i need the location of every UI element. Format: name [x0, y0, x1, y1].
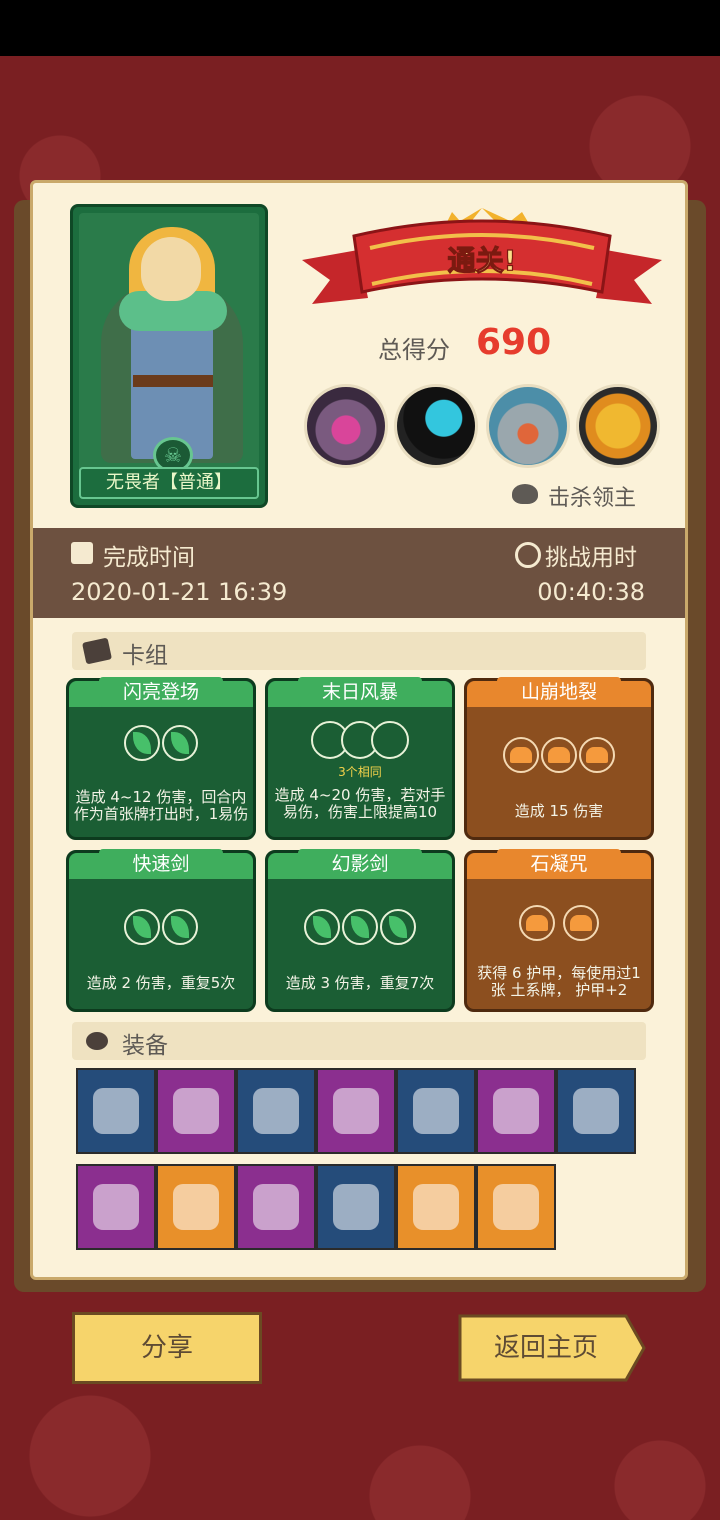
crab-armor-icon: [413, 1184, 459, 1230]
heart-stone-icon: [493, 1088, 539, 1134]
shatter-icon: [333, 1088, 379, 1134]
deck-section-label: 卡组: [122, 643, 168, 669]
card-doomstorm[interactable]: 末日风暴 3个相同 造成 4~20 伤害，若对手 易伤，伤害上限提高10: [265, 677, 455, 840]
leaf-orb-icon: [380, 909, 416, 945]
status-bar: [0, 0, 720, 56]
card-description: 造成 4~12 伤害，回合内作为首张牌打出时，1易伤: [73, 788, 249, 823]
rock-orb-icon: [519, 905, 555, 941]
equipment-slot[interactable]: [316, 1164, 396, 1250]
horn-icon: [413, 1088, 459, 1134]
sun-badge-icon: [493, 1184, 539, 1230]
hero-portrait: ☠: [79, 213, 259, 499]
share-button[interactable]: 分享: [72, 1312, 262, 1384]
leaf-orb-icon: [162, 725, 198, 761]
card-title: 闪亮登场: [99, 677, 223, 707]
equipment-slot[interactable]: [396, 1164, 476, 1250]
equipment-section-label: 装备: [122, 1033, 168, 1059]
equipment-slot[interactable]: [76, 1068, 156, 1154]
rock-orb-icon: [503, 737, 539, 773]
card-description: 造成 2 伤害，重复5次: [86, 974, 236, 992]
home-button-wrap: 返回主页: [458, 1312, 646, 1384]
hero-belt: [133, 375, 213, 387]
equipment-slot[interactable]: [156, 1164, 236, 1250]
leaf-icon: [253, 1088, 299, 1134]
green-gem-icon: [173, 1088, 219, 1134]
card-landslide[interactable]: 山崩地裂 造成 15 伤害: [464, 677, 654, 840]
hero-card[interactable]: ☠ 无畏者【普通】: [70, 204, 268, 508]
empty-orb-icon: [371, 721, 409, 759]
crystal-shield-icon: [173, 1184, 219, 1230]
propeller-icon: [86, 1032, 108, 1050]
card-title: 山崩地裂: [497, 677, 621, 707]
hero-name: 无畏者【普通】: [79, 467, 259, 499]
energy-slots: [69, 725, 253, 765]
boss-sunflower[interactable]: [576, 384, 660, 468]
hero-face: [141, 237, 201, 301]
duration-value: 00:40:38: [537, 578, 645, 606]
boss-robot[interactable]: [486, 384, 570, 468]
card-title: 快速剑: [99, 849, 223, 879]
rock-orb-icon: [579, 737, 615, 773]
leaf-orb-icon: [162, 909, 198, 945]
card-title: 幻影剑: [298, 849, 422, 879]
banner-title: 通关!: [448, 244, 517, 277]
leaf-orb-icon: [304, 909, 340, 945]
dagger-icon: [253, 1184, 299, 1230]
boss-fortress[interactable]: [304, 384, 388, 468]
equipment-slot[interactable]: [476, 1164, 556, 1250]
energy-slots: [69, 909, 253, 949]
card-description: 造成 3 伤害，重复7次: [285, 974, 435, 992]
equipment-slot[interactable]: [236, 1164, 316, 1250]
home-button[interactable]: 返回主页: [458, 1312, 634, 1384]
equipment-section-header: 装备: [72, 1022, 646, 1060]
cards-icon: [81, 637, 113, 665]
jar-icon: [93, 1088, 139, 1134]
card-phantom-sword[interactable]: 幻影剑 造成 3 伤害，重复7次: [265, 849, 455, 1012]
equipment-slot[interactable]: [556, 1068, 636, 1154]
rock-orb-icon: [541, 737, 577, 773]
stats-band: 完成时间 挑战用时 2020-01-21 16:39 00:40:38: [33, 528, 685, 618]
stopwatch-icon: [515, 542, 541, 568]
victory-banner: 通关!: [302, 208, 662, 304]
card-sub-label: 3个相同: [338, 765, 382, 779]
horned-skull-icon: [512, 484, 538, 504]
boss-shadow[interactable]: [394, 384, 478, 468]
energy-slots: [268, 721, 452, 761]
equipment-slot[interactable]: [76, 1164, 156, 1250]
score-value: 690: [476, 322, 552, 363]
energy-slots: [268, 909, 452, 949]
duration-label: 挑战用时: [545, 545, 637, 571]
card-quick-sword[interactable]: 快速剑 造成 2 伤害，重复5次: [66, 849, 256, 1012]
card-shining-entry[interactable]: 闪亮登场 造成 4~12 伤害，回合内作为首张牌打出时，1易伤: [66, 677, 256, 840]
kill-boss-label: 击杀领主: [548, 480, 636, 512]
equipment-slot[interactable]: [316, 1068, 396, 1154]
crown-icon: [573, 1088, 619, 1134]
finish-time-value: 2020-01-21 16:39: [71, 578, 288, 606]
equipment-slot[interactable]: [476, 1068, 556, 1154]
finish-time-label: 完成时间: [103, 545, 195, 571]
score-label: 总得分: [378, 336, 450, 364]
leaf-orb-icon: [342, 909, 378, 945]
leaf-orb-icon: [124, 909, 160, 945]
card-title: 末日风暴: [298, 677, 422, 707]
rock-icon: [93, 1184, 139, 1230]
kill-boss-text: 击杀领主: [548, 486, 637, 511]
card-title: 石凝咒: [497, 849, 621, 879]
leaf-orb-icon: [124, 725, 160, 761]
deck-section-header: 卡组: [72, 632, 646, 670]
equipment-slot[interactable]: [156, 1068, 236, 1154]
rock-orb-icon: [563, 905, 599, 941]
card-description: 获得 6 护甲，每使用过1张 土系牌， 护甲+2: [477, 964, 641, 999]
equipment-slot[interactable]: [396, 1068, 476, 1154]
card-description: 造成 4~20 伤害，若对手 易伤，伤害上限提高10: [274, 786, 446, 821]
calendar-icon: [71, 542, 93, 564]
energy-slots: [467, 905, 651, 945]
card-description: 造成 15 伤害: [514, 802, 604, 820]
ring-icon: [333, 1184, 379, 1230]
equipment-slot[interactable]: [236, 1068, 316, 1154]
energy-slots: [467, 737, 651, 777]
card-stone-curse[interactable]: 石凝咒 获得 6 护甲，每使用过1张 土系牌， 护甲+2: [464, 849, 654, 1012]
